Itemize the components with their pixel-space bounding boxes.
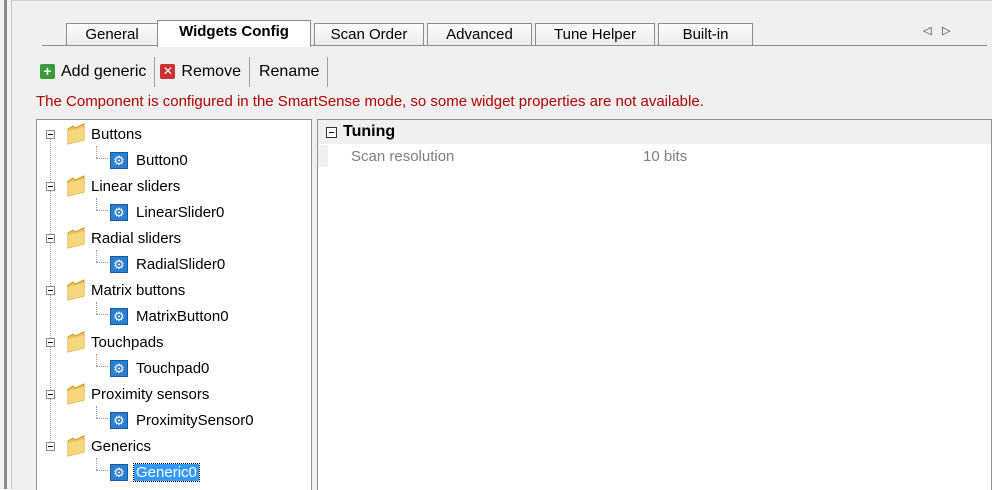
tree-connector bbox=[96, 406, 97, 418]
add-generic-button[interactable]: + Add generic bbox=[36, 57, 153, 87]
plus-icon: + bbox=[40, 64, 55, 79]
tree-connector bbox=[96, 146, 97, 158]
window-left-border bbox=[0, 0, 12, 489]
tree-item-label-selected: Generic0 bbox=[133, 462, 200, 482]
tree-group-radial-sliders[interactable]: Radial sliders bbox=[46, 226, 183, 250]
toolbar-separator bbox=[154, 56, 156, 87]
folder-icon bbox=[67, 227, 85, 249]
x-icon: ✕ bbox=[160, 64, 176, 79]
gear-icon: ⚙ bbox=[110, 307, 128, 325]
tree-connector bbox=[96, 354, 97, 366]
tree-group-label: Generics bbox=[91, 437, 152, 455]
property-category-label: Tuning bbox=[343, 123, 396, 140]
property-category[interactable]: Tuning bbox=[318, 120, 991, 144]
folder-icon bbox=[67, 123, 85, 145]
tree-group-touchpads[interactable]: Touchpads bbox=[46, 330, 166, 354]
tree-item-matrixbutton0[interactable]: ⚙ MatrixButton0 bbox=[110, 304, 231, 328]
tree-item-label: ProximitySensor0 bbox=[136, 411, 254, 429]
gear-icon: ⚙ bbox=[110, 203, 128, 221]
rename-label: Rename bbox=[258, 62, 320, 80]
tab-built-in[interactable]: Built-in bbox=[658, 23, 753, 45]
tree-item-label: LinearSlider0 bbox=[136, 203, 225, 221]
folder-icon bbox=[67, 435, 85, 457]
tree-item-radialslider0[interactable]: ⚙ RadialSlider0 bbox=[110, 252, 227, 276]
tree-connector bbox=[96, 210, 108, 211]
tree-connector bbox=[96, 366, 108, 367]
tree-item-linearslider0[interactable]: ⚙ LinearSlider0 bbox=[110, 200, 226, 224]
tree-group-label: Matrix buttons bbox=[91, 281, 186, 299]
tree-connector bbox=[96, 458, 97, 470]
tree-item-label: Touchpad0 bbox=[136, 359, 210, 377]
tab-advanced[interactable]: Advanced bbox=[427, 23, 532, 45]
gear-icon: ⚙ bbox=[110, 359, 128, 377]
tree-group-linear-sliders[interactable]: Linear sliders bbox=[46, 174, 182, 198]
tab-tune-helper[interactable]: Tune Helper bbox=[535, 23, 655, 45]
tree-item-button0[interactable]: ⚙ Button0 bbox=[110, 148, 190, 172]
tree-item-label: RadialSlider0 bbox=[136, 255, 226, 273]
toolbar-separator bbox=[327, 56, 329, 87]
tree-group-label: Proximity sensors bbox=[91, 385, 210, 403]
gear-icon: ⚙ bbox=[110, 463, 128, 481]
property-row[interactable]: Scan resolution 10 bits bbox=[318, 145, 991, 167]
collapse-icon[interactable] bbox=[326, 126, 337, 138]
gear-icon: ⚙ bbox=[110, 411, 128, 429]
smartsense-notice: The Component is configured in the Smart… bbox=[36, 93, 704, 110]
tree-connector bbox=[96, 470, 108, 471]
tree-connector bbox=[96, 314, 108, 315]
component-config-dialog: General Widgets Config Scan Order Advanc… bbox=[12, 0, 992, 490]
folder-icon bbox=[67, 383, 85, 405]
collapse-icon[interactable] bbox=[46, 129, 55, 139]
tree-group-label: Linear sliders bbox=[91, 177, 181, 195]
folder-icon bbox=[67, 331, 85, 353]
tree-group-label: Touchpads bbox=[91, 333, 164, 351]
tree-item-label: Button0 bbox=[136, 151, 188, 169]
tab-strip: General Widgets Config Scan Order Advanc… bbox=[12, 19, 992, 47]
rename-button[interactable]: Rename bbox=[251, 57, 326, 87]
property-name: Scan resolution bbox=[351, 148, 455, 165]
tree-group-label: Radial sliders bbox=[91, 229, 182, 247]
tree-group-proximity-sensors[interactable]: Proximity sensors bbox=[46, 382, 211, 406]
tree-group-label: Buttons bbox=[91, 125, 142, 143]
tree-connector bbox=[96, 262, 108, 263]
collapse-icon[interactable] bbox=[46, 389, 55, 399]
tree-item-label: MatrixButton0 bbox=[136, 307, 229, 325]
remove-button[interactable]: ✕ Remove bbox=[156, 57, 248, 87]
tree-group-matrix-buttons[interactable]: Matrix buttons bbox=[46, 278, 187, 302]
add-generic-label: Add generic bbox=[61, 62, 147, 80]
tree-connector bbox=[96, 250, 97, 262]
widget-tree[interactable]: Buttons ⚙ Button0 Linear sliders ⚙ Linea… bbox=[36, 119, 312, 490]
tab-general[interactable]: General bbox=[66, 23, 158, 45]
collapse-icon[interactable] bbox=[46, 285, 55, 295]
tree-item-proximitysensor0[interactable]: ⚙ ProximitySensor0 bbox=[110, 408, 256, 432]
gear-icon: ⚙ bbox=[110, 151, 128, 169]
tree-group-generics[interactable]: Generics bbox=[46, 434, 153, 458]
tab-scan-order[interactable]: Scan Order bbox=[314, 23, 424, 45]
collapse-icon[interactable] bbox=[46, 233, 55, 243]
remove-label: Remove bbox=[181, 62, 241, 80]
widget-toolbar: + Add generic ✕ Remove Rename bbox=[36, 55, 329, 88]
tab-scroll-left-icon[interactable]: ◁ bbox=[923, 24, 931, 37]
tree-connector bbox=[96, 198, 97, 210]
folder-icon bbox=[67, 175, 85, 197]
tree-connector bbox=[96, 418, 108, 419]
tree-connector bbox=[96, 302, 97, 314]
toolbar-separator bbox=[248, 56, 250, 87]
property-gutter bbox=[318, 145, 328, 167]
tree-item-generic0[interactable]: ⚙ Generic0 bbox=[110, 460, 200, 484]
gear-icon: ⚙ bbox=[110, 255, 128, 273]
tab-widgets-config[interactable]: Widgets Config bbox=[157, 20, 311, 47]
collapse-icon[interactable] bbox=[46, 181, 55, 191]
tree-group-buttons[interactable]: Buttons bbox=[46, 122, 144, 146]
collapse-icon[interactable] bbox=[46, 441, 55, 451]
tree-item-touchpad0[interactable]: ⚙ Touchpad0 bbox=[110, 356, 211, 380]
collapse-icon[interactable] bbox=[46, 337, 55, 347]
tab-scroll-right-icon[interactable]: ▷ bbox=[942, 24, 950, 37]
tree-connector bbox=[96, 158, 108, 159]
folder-icon bbox=[67, 279, 85, 301]
property-value: 10 bits bbox=[643, 148, 688, 165]
property-grid: Tuning Scan resolution 10 bits bbox=[317, 119, 992, 490]
